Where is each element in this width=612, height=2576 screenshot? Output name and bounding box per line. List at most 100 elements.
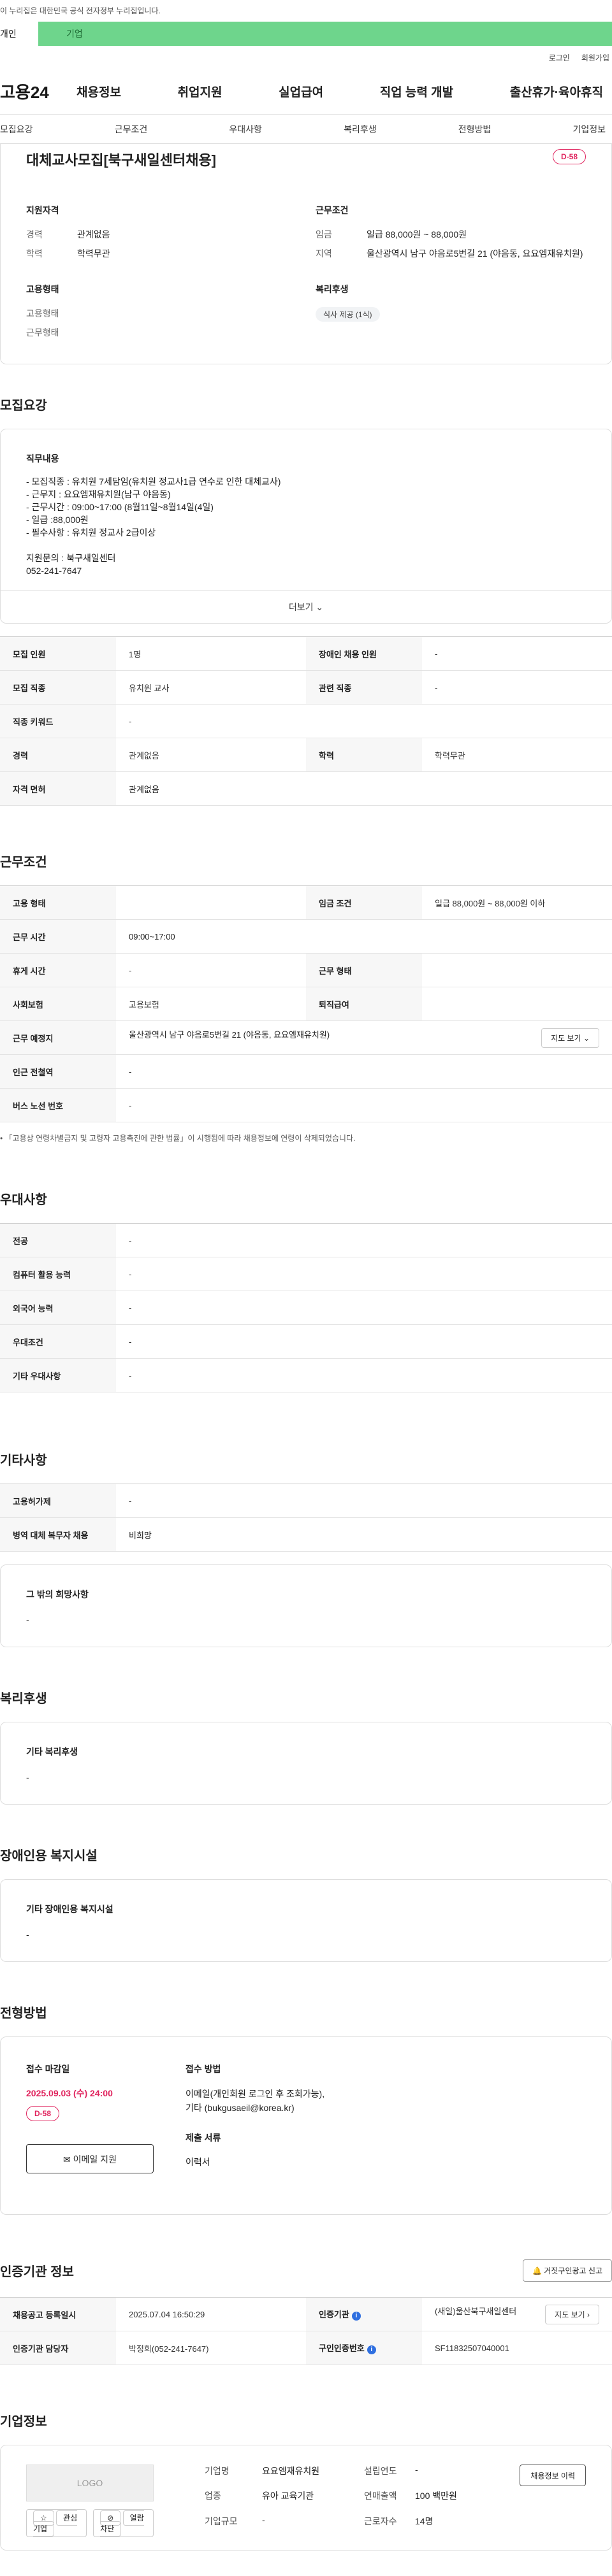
table-row: 인증기관 담당자 박정희(052-241-7647) 구인인증번호 i SF118… xyxy=(0,2331,612,2365)
job-type-label: 모집 직종 xyxy=(0,670,116,705)
favorite-company-button[interactable]: ☆ 관심기업 xyxy=(26,2509,87,2537)
founded-label: 설립연도 xyxy=(364,2466,397,2476)
tab-welfare[interactable]: 복리후생 xyxy=(344,123,377,136)
subway-label: 인근 전철역 xyxy=(0,1054,116,1089)
map-button[interactable]: 지도 보기 ⌄ xyxy=(541,1027,599,1048)
report-false-ad-label: 거짓구인광고 신고 xyxy=(544,2266,602,2275)
menu-item-unemployment-benefit[interactable]: 실업급여 xyxy=(279,83,323,100)
tab-apply[interactable]: 전형방법 xyxy=(458,123,492,136)
computer-skill-label: 컴퓨터 활용 능력 xyxy=(0,1257,116,1291)
cert-table: 채용공고 등록일시 2025.07.04 16:50:29 인증기관 i (새일)… xyxy=(0,2297,612,2365)
wage-label: 임금 xyxy=(316,229,332,240)
career-value: 관계없음 xyxy=(116,738,306,772)
table-row: 경력 관계없음 학력 학력무관 xyxy=(0,738,612,772)
workplace-cell: 울산광역시 남구 야음로5번길 21 (야음동, 요요엠재유치원) 지도 보기 … xyxy=(116,1020,612,1055)
desc-line xyxy=(26,539,586,552)
table-row: 기타 우대사항 - xyxy=(0,1358,612,1392)
condition-heading: 근무조건 xyxy=(316,205,349,215)
insurance-value: 고용보험 xyxy=(116,987,306,1021)
insurance-label: 사회보험 xyxy=(0,987,116,1021)
preference-table: 전공 - 컴퓨터 활용 능력 - 외국어 능력 - 우대조건 - 기타 우대사항 - xyxy=(0,1223,612,1392)
info-icon[interactable]: i xyxy=(367,2345,376,2354)
other-wish-heading: 그 밖의 희망사항 xyxy=(26,1589,89,1599)
manager-label: 인증기관 담당자 xyxy=(0,2331,116,2365)
sales-label: 연매출액 xyxy=(364,2491,397,2501)
bell-icon: 🔔 xyxy=(532,2266,542,2275)
tab-personal[interactable]: 개인 xyxy=(0,22,38,46)
area-value: 울산광역시 남구 야음로5번길 21 (야음동, 요요엠재유치원) xyxy=(367,248,583,259)
career-label: 경력 xyxy=(0,738,116,772)
regdate-label: 채용공고 등록일시 xyxy=(0,2297,116,2331)
desc-line: 지원문의 : 북구새일센터 xyxy=(26,553,116,563)
military-service-label: 병역 대체 복무자 채용 xyxy=(0,1517,116,1552)
disabled-hire-label: 장애인 채용 인원 xyxy=(306,636,422,671)
table-row: 고용 형태 임금 조건 일급 88,000원 ~ 88,000원 이하 xyxy=(0,885,612,920)
tab-company[interactable]: 기업 xyxy=(38,22,612,46)
employment-type-label: 고용 형태 xyxy=(0,885,116,920)
industry-value: 유아 교육기관 xyxy=(262,2491,314,2501)
menu-item-jobs[interactable]: 채용정보 xyxy=(76,83,121,100)
table-row: 근무 시간 09:00~17:00 xyxy=(0,919,612,954)
work-type-value xyxy=(422,953,612,987)
severance-label: 퇴직급여 xyxy=(306,987,422,1021)
welfare-value: - xyxy=(26,1772,29,1782)
employment-type-value xyxy=(116,885,306,920)
employment-group: 고용형태 고용형태 근무형태 xyxy=(26,283,296,345)
table-row: 휴게 시간 - 근무 형태 xyxy=(0,953,612,987)
cert-header: 인증기관 정보 🔔 거짓구인광고 신고 xyxy=(0,2259,612,2282)
report-false-ad-button[interactable]: 🔔 거짓구인광고 신고 xyxy=(523,2259,612,2282)
menu-item-parental-leave[interactable]: 출산휴가·육아휴직 xyxy=(510,83,603,100)
tab-recruit[interactable]: 모집요강 xyxy=(0,123,33,136)
tab-preference[interactable]: 우대사항 xyxy=(229,123,262,136)
bus-label: 버스 노선 번호 xyxy=(0,1088,116,1122)
related-job-label: 관련 직종 xyxy=(306,670,422,705)
job-description-box: 직무내용 - 모집직종 : 유치원 7세담임(유치원 정교사1급 연수로 인한 … xyxy=(0,429,612,624)
tab-conditions[interactable]: 근무조건 xyxy=(115,123,148,136)
company-size-label: 기업규모 xyxy=(205,2515,238,2526)
desc-line: - 필수사항 : 유치원 정교사 2급이상 xyxy=(26,527,156,538)
recruit-table: 모집 인원 1명 장애인 채용 인원 - 모집 직종 유치원 교사 관련 직종 … xyxy=(0,636,612,806)
related-job-value: - xyxy=(422,670,612,705)
reqno-label-cell: 구인인증번호 i xyxy=(306,2331,422,2365)
recruit-section-title: 모집요강 xyxy=(0,399,47,413)
education-value: 학력무관 xyxy=(77,248,110,259)
tab-company[interactable]: 기업정보 xyxy=(572,123,606,136)
global-nav: 고용24 채용정보 취업지원 실업급여 직업 능력 개발 출산휴가·육아휴직 xyxy=(0,69,612,115)
table-row: 버스 노선 번호 - xyxy=(0,1088,612,1122)
login-link[interactable]: 로그인 xyxy=(549,52,570,63)
wage-value: 일급 88,000원 ~ 88,000원 이하 xyxy=(422,885,612,920)
more-button[interactable]: 더보기 ⌄ xyxy=(1,590,611,623)
sales-value: 100 백만원 xyxy=(415,2491,457,2501)
table-row: 외국어 능력 - xyxy=(0,1291,612,1325)
workplace-label: 근무 예정지 xyxy=(0,1020,116,1055)
preferred-condition-label: 우대조건 xyxy=(0,1324,116,1359)
welfare-heading: 기타 복리후생 xyxy=(26,1747,78,1757)
menu-item-training[interactable]: 직업 능력 개발 xyxy=(380,83,453,100)
site-logo[interactable]: 고용24 xyxy=(0,80,76,103)
info-icon[interactable]: i xyxy=(351,2312,361,2321)
agency-detail-button[interactable]: 지도 보기 › xyxy=(545,2304,599,2324)
table-row: 근무 예정지 울산광역시 남구 야음로5번길 21 (야음동, 요요엠재유치원)… xyxy=(0,1020,612,1055)
agency-detail-label: 지도 보기 xyxy=(555,2310,585,2319)
block-company-button[interactable]: ⊘ 열람차단 xyxy=(93,2509,154,2537)
conditions-table: 고용 형태 임금 조건 일급 88,000원 ~ 88,000원 이하 근무 시… xyxy=(0,885,612,1122)
preference-section-title: 우대사항 xyxy=(0,1193,47,1207)
career-label: 경력 xyxy=(26,229,43,240)
welfare-group: 복리후생 식사 제공 (1식) xyxy=(316,283,586,345)
apply-section-title: 전형방법 xyxy=(0,2007,47,2021)
disabled-hire-value: - xyxy=(422,636,612,671)
main-menu: 채용정보 취업지원 실업급여 직업 능력 개발 출산휴가·육아휴직 xyxy=(76,83,612,100)
company-section-title: 기업정보 xyxy=(0,2415,47,2429)
deadline-heading: 접수 마감일 xyxy=(26,2064,70,2074)
major-label: 전공 xyxy=(0,1223,116,1257)
education-label: 학력 xyxy=(26,248,43,259)
regdate-value: 2025.07.04 16:50:29 xyxy=(116,2297,306,2331)
menu-item-employment-support[interactable]: 취업지원 xyxy=(178,83,222,100)
headcount-label: 모집 인원 xyxy=(0,636,116,671)
join-link[interactable]: 회원가입 xyxy=(581,52,609,63)
career-value: 관계없음 xyxy=(77,229,110,240)
facility-box: 기타 장애인용 복지시설 - xyxy=(0,1879,612,1962)
workplace-value: 울산광역시 남구 야음로5번길 21 (야음동, 요요엠재유치원) xyxy=(129,1029,330,1040)
email-apply-button[interactable]: ✉ 이메일 지원 xyxy=(26,2144,154,2173)
wage-value: 일급 88,000원 ~ 88,000원 xyxy=(367,229,467,240)
